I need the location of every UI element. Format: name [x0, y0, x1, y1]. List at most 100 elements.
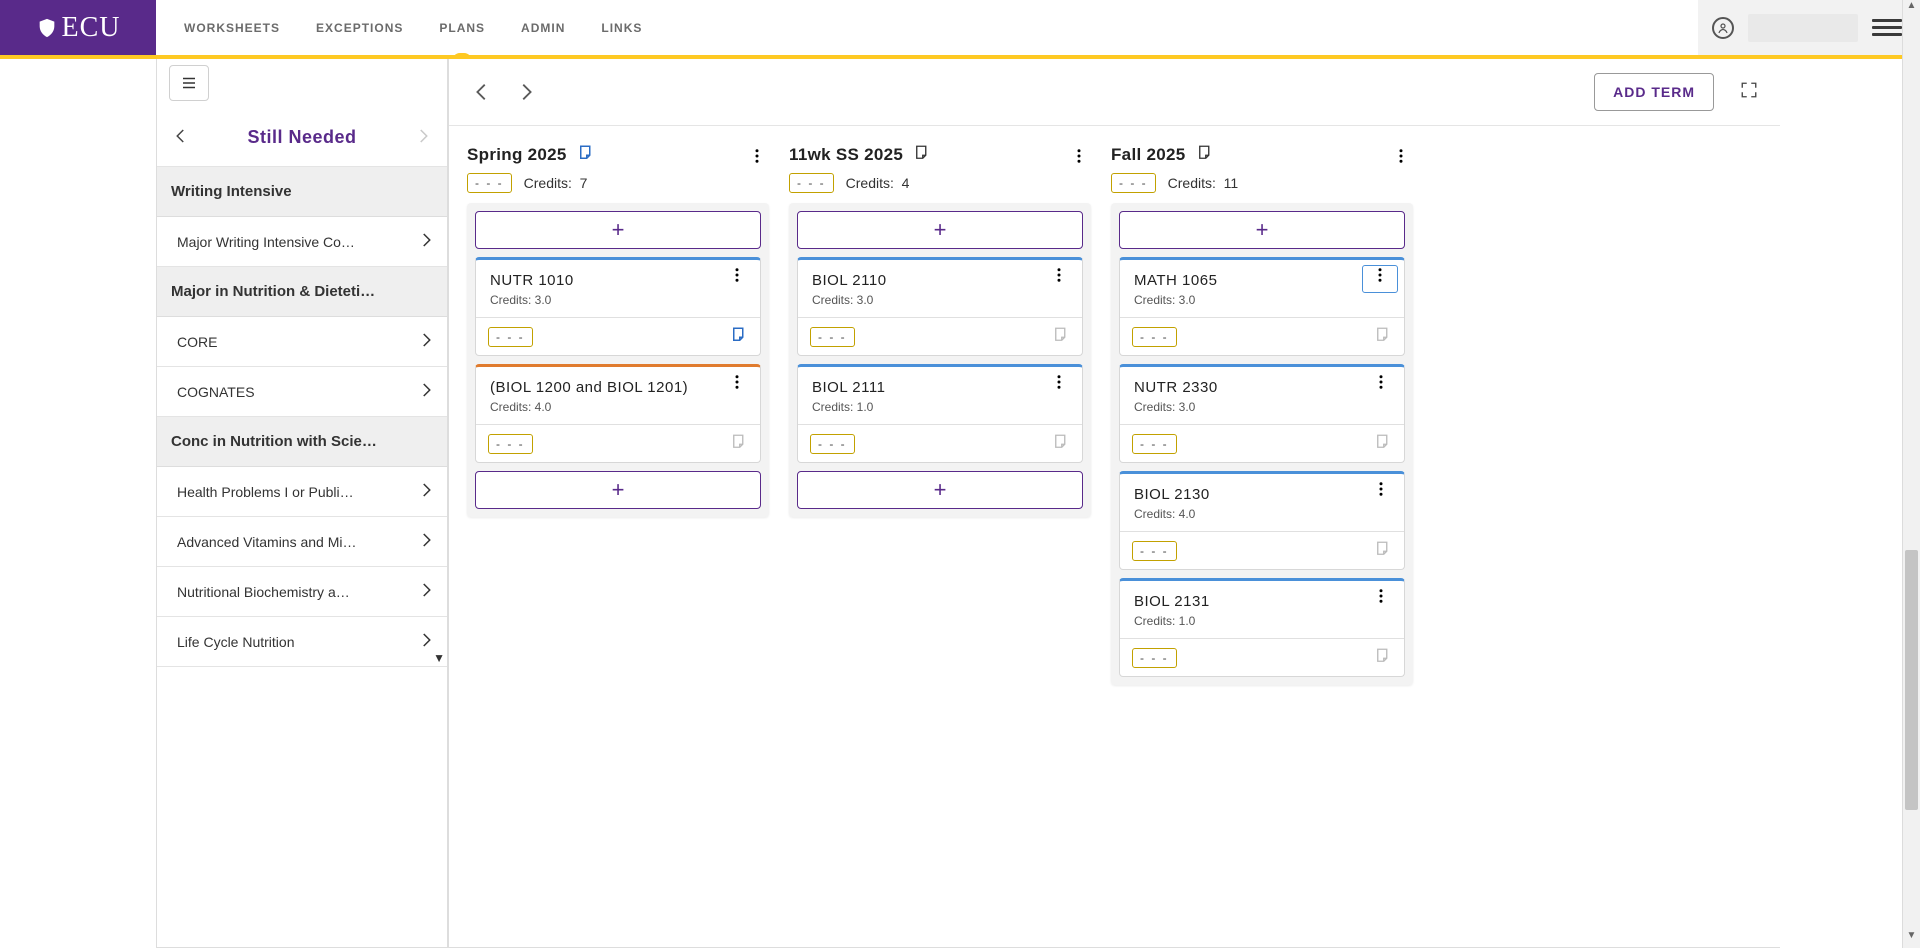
term-note-button[interactable]: [577, 144, 595, 165]
main-menu-button[interactable]: [1872, 19, 1902, 36]
window-scrollbar[interactable]: ▲ ▼: [1902, 0, 1920, 948]
still-needed-panel: Still Needed Writing IntensiveMajor Writ…: [156, 59, 448, 948]
course-credits: Credits: 3.0: [1134, 400, 1390, 414]
expand-icon: [1740, 81, 1758, 99]
user-avatar-icon[interactable]: [1712, 17, 1734, 39]
nav-tab-exceptions[interactable]: EXCEPTIONS: [316, 0, 403, 57]
course-note-button[interactable]: [1374, 326, 1392, 347]
shield-icon: [36, 17, 58, 39]
course-menu-button[interactable]: [1362, 265, 1398, 293]
term-scroll-next[interactable]: [515, 81, 537, 103]
course-credits: Credits: 1.0: [812, 400, 1068, 414]
plan-toolbar: ADD TERM: [449, 59, 1780, 126]
brand-text: ECU: [62, 12, 121, 44]
term-title: Spring 2025: [467, 145, 567, 165]
term-title: Fall 2025: [1111, 145, 1186, 165]
chevron-right-icon: [515, 81, 537, 103]
note-icon: [1052, 326, 1070, 344]
add-course-button-bottom[interactable]: +: [797, 471, 1083, 509]
term-note-button[interactable]: [1196, 144, 1214, 165]
course-note-button[interactable]: [730, 326, 748, 347]
still-needed-prev[interactable]: [171, 127, 191, 148]
term-menu-button[interactable]: [1067, 144, 1091, 171]
course-menu-button[interactable]: [720, 373, 754, 399]
collapse-sidebar-button[interactable]: [169, 65, 209, 101]
nav-tab-worksheets[interactable]: WORKSHEETS: [184, 0, 280, 57]
add-course-button-bottom[interactable]: +: [475, 471, 761, 509]
term-menu-button[interactable]: [745, 144, 769, 171]
note-icon: [730, 326, 748, 344]
course-menu-button[interactable]: [1042, 266, 1076, 292]
chevron-right-icon: [417, 331, 435, 352]
course-note-button[interactable]: [730, 433, 748, 454]
still-needed-item-nutr-biochem[interactable]: Nutritional Biochemistry a…: [157, 567, 447, 617]
still-needed-item-label: Advanced Vitamins and Mi…: [177, 534, 357, 550]
still-needed-title: Still Needed: [247, 127, 356, 148]
still-needed-item-core[interactable]: CORE: [157, 317, 447, 367]
scroll-up-icon: ▲: [1903, 0, 1920, 18]
course-credits: Credits: 3.0: [1134, 293, 1390, 307]
term-note-button[interactable]: [913, 144, 931, 165]
vertical-dots-icon: [1372, 373, 1390, 391]
course-card: NUTR 1010 Credits: 3.0 - - -: [475, 257, 761, 356]
term-column-ss25: 11wk SS 2025 - - - Credits: 4 +: [789, 144, 1091, 685]
term-body: + NUTR 1010 Credits: 3.0 - - -: [467, 203, 769, 517]
course-status-chip: - - -: [810, 434, 855, 454]
vertical-dots-icon: [1050, 373, 1068, 391]
note-icon: [1374, 326, 1392, 344]
course-status-chip: - - -: [488, 327, 533, 347]
term-body: + MATH 1065 Credits: 3.0 - - -: [1111, 203, 1413, 685]
still-needed-list[interactable]: Writing IntensiveMajor Writing Intensive…: [157, 166, 447, 667]
still-needed-item-major-wi[interactable]: Major Writing Intensive Co…: [157, 217, 447, 267]
nav-tab-plans[interactable]: PLANS: [439, 0, 485, 57]
course-code: NUTR 2330: [1134, 379, 1390, 396]
add-term-button[interactable]: ADD TERM: [1594, 73, 1714, 111]
course-menu-button[interactable]: [1364, 587, 1398, 613]
search-input[interactable]: [1748, 14, 1858, 42]
course-status-chip: - - -: [1132, 434, 1177, 454]
still-needed-item-life-cycle[interactable]: Life Cycle Nutrition: [157, 617, 447, 667]
chevron-right-icon: [417, 581, 435, 602]
term-body: + BIOL 2110 Credits: 3.0 - - -: [789, 203, 1091, 517]
still-needed-item-label: COGNATES: [177, 384, 255, 400]
course-status-chip: - - -: [1132, 327, 1177, 347]
scroll-thumb[interactable]: [1905, 550, 1918, 810]
note-icon: [1196, 144, 1214, 162]
still-needed-item-cognates[interactable]: COGNATES: [157, 367, 447, 417]
course-menu-button[interactable]: [720, 266, 754, 292]
course-menu-button[interactable]: [1042, 373, 1076, 399]
term-credits: Credits: 7: [524, 175, 588, 191]
still-needed-item-health-problems[interactable]: Health Problems I or Publi…: [157, 467, 447, 517]
course-status-chip: - - -: [1132, 648, 1177, 668]
chevron-right-icon: [414, 127, 432, 145]
chevron-left-icon: [172, 127, 190, 145]
scroll-down-icon: ▼: [1903, 930, 1920, 948]
course-code: MATH 1065: [1134, 272, 1390, 289]
right-gutter: [1780, 59, 1920, 948]
nav-tab-admin[interactable]: ADMIN: [521, 0, 565, 57]
course-note-button[interactable]: [1052, 433, 1070, 454]
term-header: Spring 2025 - - - Credits: 7: [467, 144, 769, 193]
vertical-dots-icon: [1372, 587, 1390, 605]
course-card: BIOL 2130 Credits: 4.0 - - -: [1119, 471, 1405, 570]
add-course-button-top[interactable]: +: [1119, 211, 1405, 249]
term-header: 11wk SS 2025 - - - Credits: 4: [789, 144, 1091, 193]
course-note-button[interactable]: [1052, 326, 1070, 347]
course-note-button[interactable]: [1374, 647, 1392, 668]
course-menu-button[interactable]: [1364, 373, 1398, 399]
still-needed-item-adv-vitamins[interactable]: Advanced Vitamins and Mi…: [157, 517, 447, 567]
term-menu-button[interactable]: [1389, 144, 1413, 171]
add-course-button-top[interactable]: +: [797, 211, 1083, 249]
topbar: ECU WORKSHEETS EXCEPTIONS PLANS ADMIN LINKS: [0, 0, 1920, 59]
add-course-button-top[interactable]: +: [475, 211, 761, 249]
course-note-button[interactable]: [1374, 433, 1392, 454]
nav-tab-links[interactable]: LINKS: [601, 0, 642, 57]
course-menu-button[interactable]: [1364, 480, 1398, 506]
term-scroll-prev[interactable]: [471, 81, 493, 103]
course-credits: Credits: 1.0: [1134, 614, 1390, 628]
term-status-chip: - - -: [1111, 173, 1156, 193]
course-note-button[interactable]: [1374, 540, 1392, 561]
chevron-right-icon: [417, 531, 435, 552]
expand-plan-button[interactable]: [1740, 81, 1758, 104]
brand-logo[interactable]: ECU: [0, 0, 156, 55]
